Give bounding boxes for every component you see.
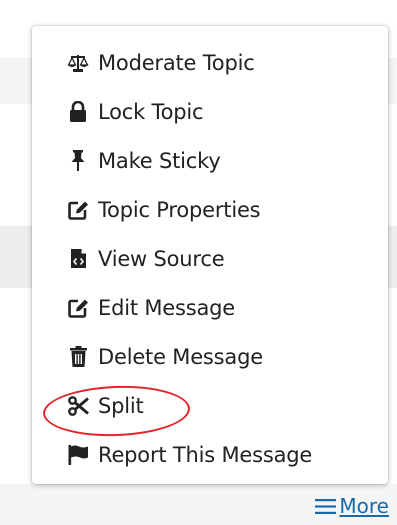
menu-item-label: Topic Properties [98,197,261,222]
code-file-icon [67,248,89,270]
menu-item-label: Lock Topic [98,99,204,124]
menu-item-make-sticky[interactable]: Make Sticky [32,136,388,185]
lock-icon [67,101,89,123]
menu-item-label: Edit Message [98,295,235,320]
edit-icon [67,199,89,221]
menu-item-split[interactable]: Split [32,381,388,430]
menu-item-moderate-topic[interactable]: Moderate Topic [32,38,388,87]
menu-item-edit-message[interactable]: Edit Message [32,283,388,332]
hamburger-icon [315,498,337,515]
menu-item-lock-topic[interactable]: Lock Topic [32,87,388,136]
menu-item-view-source[interactable]: View Source [32,234,388,283]
topic-options-menu: Moderate Topic Lock Topic Make Sticky To… [32,26,388,484]
scales-icon [67,52,89,74]
trash-icon [67,346,89,368]
menu-item-label: Delete Message [98,344,263,369]
menu-item-report-message[interactable]: Report This Message [32,430,388,479]
menu-item-delete-message[interactable]: Delete Message [32,332,388,381]
more-link-label: More [339,494,389,518]
menu-item-label: Split [98,393,144,418]
pin-icon [67,150,89,172]
menu-item-topic-properties[interactable]: Topic Properties [32,185,388,234]
menu-item-label: Report This Message [98,442,313,467]
more-link[interactable]: More [315,494,389,518]
menu-item-label: Moderate Topic [98,50,255,75]
scissors-icon [67,395,89,417]
flag-icon [67,444,89,466]
menu-item-label: View Source [98,246,225,271]
menu-item-label: Make Sticky [98,148,221,173]
edit-icon [67,297,89,319]
